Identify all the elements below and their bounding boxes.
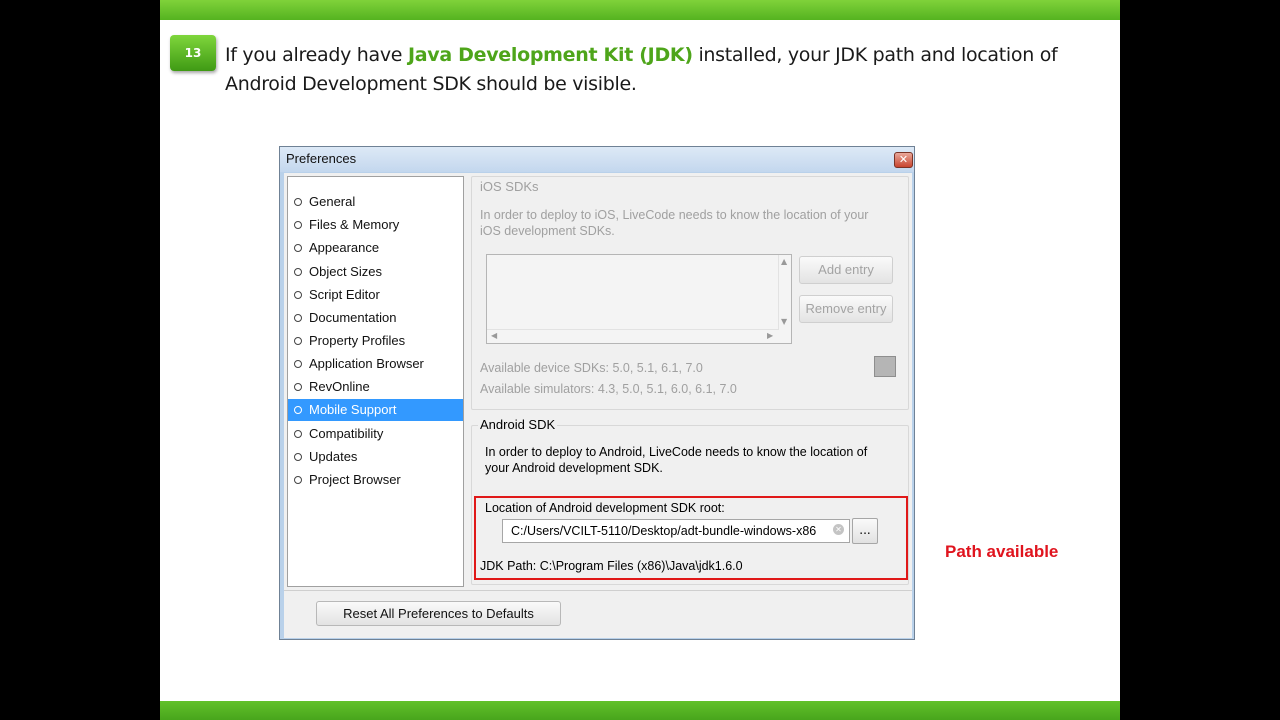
radio-icon [294, 221, 302, 229]
window-client-area: General Files & Memory Appearance Object… [284, 173, 912, 638]
nav-item-label: Compatibility [309, 426, 384, 441]
nav-item-object-sizes[interactable]: Object Sizes [288, 261, 463, 283]
nav-item-label: RevOnline [309, 379, 370, 394]
nav-item-label: Files & Memory [309, 217, 400, 232]
ios-sdks-label: iOS SDKs [478, 179, 541, 194]
radio-icon [294, 244, 302, 252]
nav-item-application-browser[interactable]: Application Browser [288, 353, 463, 375]
android-sdk-label: Android SDK [478, 417, 558, 432]
radio-icon [294, 291, 302, 299]
nav-item-project-browser[interactable]: Project Browser [288, 469, 463, 491]
nav-item-label: Object Sizes [309, 264, 382, 279]
step-number-badge: 13 [170, 35, 216, 71]
instruction-before: If you already have [225, 44, 408, 66]
window-title: Preferences [286, 151, 357, 166]
path-available-callout: Path available [945, 542, 1059, 561]
scroll-up-icon[interactable]: ▲ [781, 257, 787, 266]
ios-status-swatch [874, 356, 896, 377]
nav-item-property-profiles[interactable]: Property Profiles [288, 330, 463, 352]
nav-item-compatibility[interactable]: Compatibility [288, 423, 463, 445]
nav-item-label: Script Editor [309, 287, 380, 302]
radio-icon [294, 268, 302, 276]
jdk-highlight: Java Development Kit (JDK) [407, 44, 693, 66]
footer-divider [284, 590, 912, 591]
nav-item-label: Appearance [309, 240, 380, 255]
jdk-path: JDK Path: C:\Program Files (x86)\Java\jd… [480, 559, 743, 573]
radio-icon [294, 337, 302, 345]
available-device-sdks: Available device SDKs: 5.0, 5.1, 6.1, 7.… [480, 361, 703, 375]
radio-icon [294, 198, 302, 206]
nav-item-label: Mobile Support [309, 402, 397, 417]
horizontal-scrollbar[interactable]: ◀ ▶ [487, 329, 779, 343]
nav-item-revonline[interactable]: RevOnline [288, 376, 463, 398]
remove-entry-button[interactable]: Remove entry [799, 295, 893, 323]
nav-item-files-memory[interactable]: Files & Memory [288, 214, 463, 236]
nav-item-general[interactable]: General [288, 191, 463, 213]
radio-icon [294, 406, 302, 414]
available-simulators: Available simulators: 4.3, 5.0, 5.1, 6.0… [480, 382, 737, 396]
nav-item-script-editor[interactable]: Script Editor [288, 284, 463, 306]
radio-icon [294, 360, 302, 368]
nav-item-label: Project Browser [309, 472, 401, 487]
radio-icon [294, 453, 302, 461]
nav-item-mobile-support[interactable]: Mobile Support [288, 399, 463, 421]
instruction-text: If you already have Java Development Kit… [225, 41, 1105, 99]
radio-icon [294, 430, 302, 438]
bottom-green-bar [160, 701, 1120, 720]
android-description: In order to deploy to Android, LiveCode … [485, 445, 868, 475]
ios-sdk-list[interactable]: ▲ ▼ ◀ ▶ [486, 254, 792, 344]
top-green-bar [160, 0, 1120, 20]
preferences-nav-list: General Files & Memory Appearance Object… [287, 176, 464, 587]
nav-item-label: Property Profiles [309, 333, 406, 348]
preferences-window: Preferences ✕ General Files & Memory App… [279, 146, 915, 640]
nav-item-label: Application Browser [309, 356, 424, 371]
nav-item-appearance[interactable]: Appearance [288, 237, 463, 259]
ios-description: In order to deploy to iOS, LiveCode need… [480, 208, 869, 238]
nav-item-label: Documentation [309, 310, 397, 325]
browse-button[interactable]: ... [852, 518, 878, 544]
radio-icon [294, 476, 302, 484]
radio-icon [294, 314, 302, 322]
slide: 13 If you already have Java Development … [160, 0, 1120, 720]
nav-item-label: Updates [309, 449, 358, 464]
reset-preferences-button[interactable]: Reset All Preferences to Defaults [316, 601, 561, 626]
clear-field-icon[interactable]: ✕ [833, 524, 844, 535]
vertical-scrollbar[interactable]: ▲ ▼ [778, 255, 791, 329]
scroll-left-icon[interactable]: ◀ [491, 331, 497, 340]
scroll-right-icon[interactable]: ▶ [767, 331, 773, 340]
add-entry-button[interactable]: Add entry [799, 256, 893, 284]
sdk-path-field[interactable]: C:/Users/VCILT-5110/Desktop/adt-bundle-w… [502, 519, 850, 543]
nav-item-updates[interactable]: Updates [288, 446, 463, 468]
radio-icon [294, 383, 302, 391]
scroll-down-icon[interactable]: ▼ [781, 317, 787, 326]
nav-item-label: General [309, 194, 356, 209]
sdk-location-label: Location of Android development SDK root… [485, 501, 725, 515]
window-titlebar: Preferences ✕ [280, 147, 914, 172]
close-icon[interactable]: ✕ [894, 152, 913, 168]
nav-item-documentation[interactable]: Documentation [288, 307, 463, 329]
